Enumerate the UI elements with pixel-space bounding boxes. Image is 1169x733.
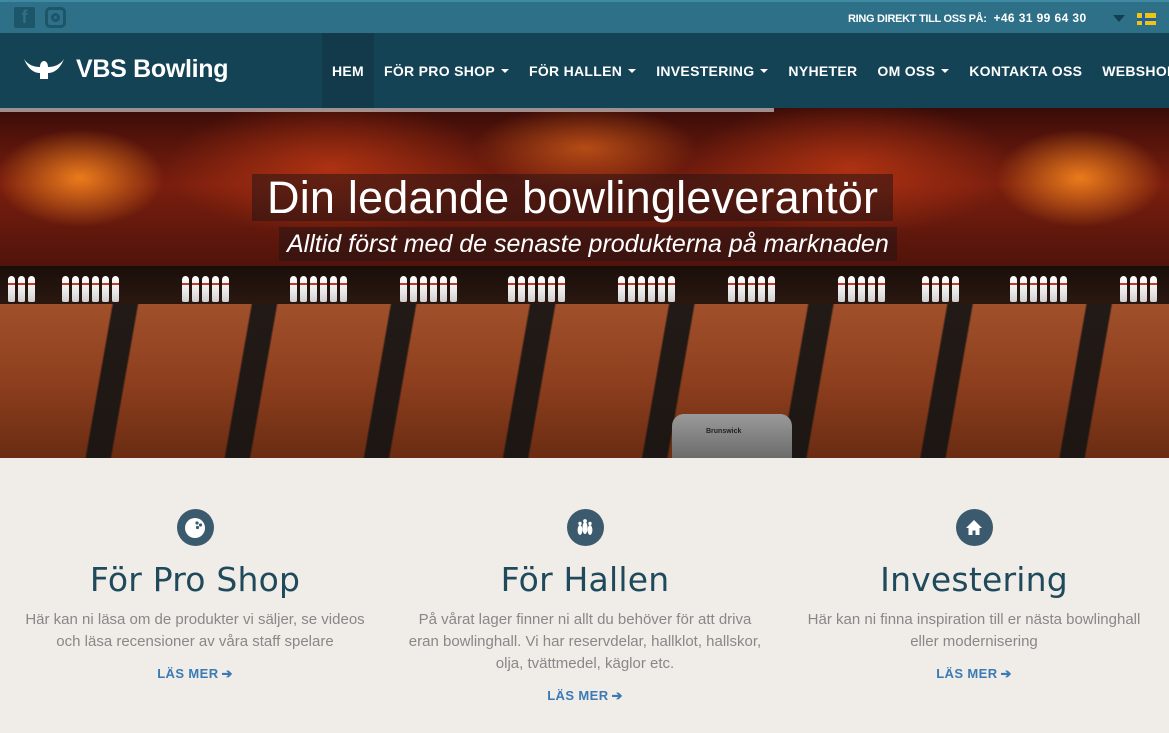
phone-number[interactable]: +46 31 99 64 30 xyxy=(993,11,1086,25)
top-bar: f RING DIREKT TILL OSS PÅ: +46 31 99 64 … xyxy=(0,0,1169,33)
instagram-icon[interactable] xyxy=(45,7,66,28)
pin-group xyxy=(290,276,347,302)
dropdown-caret-icon xyxy=(628,68,637,73)
feature-title: Investering xyxy=(880,560,1068,599)
pin-deck xyxy=(0,266,1169,306)
main-navigation: VBS Bowling HEM FÖR PRO SHOP FÖR HALLEN … xyxy=(0,33,1169,108)
nav-item-webshop[interactable]: WEBSHOP xyxy=(1092,33,1169,108)
ball-return-label: Brunswick xyxy=(706,428,742,435)
pin-group xyxy=(1010,276,1067,302)
nav-item-investering[interactable]: INVESTERING xyxy=(646,33,778,108)
pin-group xyxy=(1120,276,1157,302)
pin-group xyxy=(8,276,35,302)
language-dropdown-icon[interactable] xyxy=(1113,15,1125,22)
dropdown-caret-icon xyxy=(941,68,950,73)
feature-title: För Hallen xyxy=(500,560,670,599)
social-links: f xyxy=(14,7,66,28)
read-more-link[interactable]: LÄS MER ➔ xyxy=(157,666,233,682)
brand-name: VBS Bowling xyxy=(76,55,229,83)
nav-item-nyheter[interactable]: NYHETER xyxy=(778,33,867,108)
viking-helmet-icon xyxy=(24,58,64,79)
nav-item-label: FÖR HALLEN xyxy=(528,62,623,79)
arrow-right-icon: ➔ xyxy=(611,688,623,703)
slider-progress-bar xyxy=(0,108,774,112)
arrow-right-icon: ➔ xyxy=(1000,666,1012,681)
arrow-right-icon: ➔ xyxy=(221,666,233,681)
feature-hallen: För Hallen På vårat lager finner ni allt… xyxy=(390,458,780,705)
feature-text: Här kan ni finna inspiration till er näs… xyxy=(807,611,1141,650)
phone-label: RING DIREKT TILL OSS PÅ: xyxy=(848,13,987,25)
ball-return: Brunswick xyxy=(672,414,792,458)
logo[interactable]: VBS Bowling xyxy=(22,55,229,84)
nav-item-for-hallen[interactable]: FÖR HALLEN xyxy=(519,33,646,108)
nav-menu: HEM FÖR PRO SHOP FÖR HALLEN INVESTERING … xyxy=(322,33,1169,108)
hero-title-box: Din ledande bowlingleverantör xyxy=(252,171,894,223)
feature-title: För Pro Shop xyxy=(89,560,301,599)
nav-item-label: FÖR PRO SHOP xyxy=(384,62,495,79)
phone-contact: RING DIREKT TILL OSS PÅ: +46 31 99 64 30 xyxy=(848,11,1087,25)
dropdown-caret-icon xyxy=(760,68,769,73)
bowling-pins-icon xyxy=(566,509,604,546)
feature-text: På vårat lager finner ni allt du behöver… xyxy=(408,611,762,672)
facebook-icon[interactable]: f xyxy=(14,7,35,28)
nav-item-label: WEBSHOP xyxy=(1102,62,1169,79)
pin-group xyxy=(838,276,885,302)
swedish-flag-icon[interactable] xyxy=(1137,13,1156,25)
pin-group xyxy=(728,276,775,302)
home-icon xyxy=(955,509,993,546)
pin-group xyxy=(618,276,675,302)
nav-item-for-pro-shop[interactable]: FÖR PRO SHOP xyxy=(374,33,519,108)
nav-item-label: HEM xyxy=(332,62,365,79)
read-more-label: LÄS MER xyxy=(936,666,998,681)
feature-text: Här kan ni läsa om de produkter vi sälje… xyxy=(25,611,365,650)
feature-pro-shop: För Pro Shop Här kan ni läsa om de produ… xyxy=(0,458,390,683)
bowling-ball-icon xyxy=(176,509,214,546)
nav-item-hem[interactable]: HEM xyxy=(322,33,375,108)
pin-group xyxy=(922,276,959,302)
features-section: För Pro Shop Här kan ni läsa om de produ… xyxy=(0,458,1169,733)
nav-item-label: INVESTERING xyxy=(656,62,755,79)
pin-group xyxy=(182,276,229,302)
nav-item-kontakta-oss[interactable]: KONTAKTA OSS xyxy=(959,33,1092,108)
dropdown-caret-icon xyxy=(500,68,509,73)
hero-title: Din ledande bowlingleverantör xyxy=(267,171,879,223)
read-more-link[interactable]: LÄS MER ➔ xyxy=(936,666,1012,682)
pin-group xyxy=(508,276,565,302)
read-more-link[interactable]: LÄS MER ➔ xyxy=(547,688,623,704)
pin-group xyxy=(400,276,457,302)
nav-item-label: OM OSS xyxy=(877,62,936,79)
pin-group xyxy=(62,276,119,302)
hero-subtitle: Alltid först med de senaste produkterna … xyxy=(287,229,889,258)
feature-investering: Investering Här kan ni finna inspiration… xyxy=(779,458,1169,683)
hero-banner: Brunswick Din ledande bowlingleverantör … xyxy=(0,108,1169,458)
nav-item-label: KONTAKTA OSS xyxy=(969,62,1083,79)
nav-item-label: NYHETER xyxy=(788,62,858,79)
bowling-lanes xyxy=(0,304,1169,458)
hero-subtitle-box: Alltid först med de senaste produkterna … xyxy=(279,227,897,261)
nav-item-om-oss[interactable]: OM OSS xyxy=(867,33,959,108)
read-more-label: LÄS MER xyxy=(547,688,609,703)
read-more-label: LÄS MER xyxy=(157,666,219,681)
